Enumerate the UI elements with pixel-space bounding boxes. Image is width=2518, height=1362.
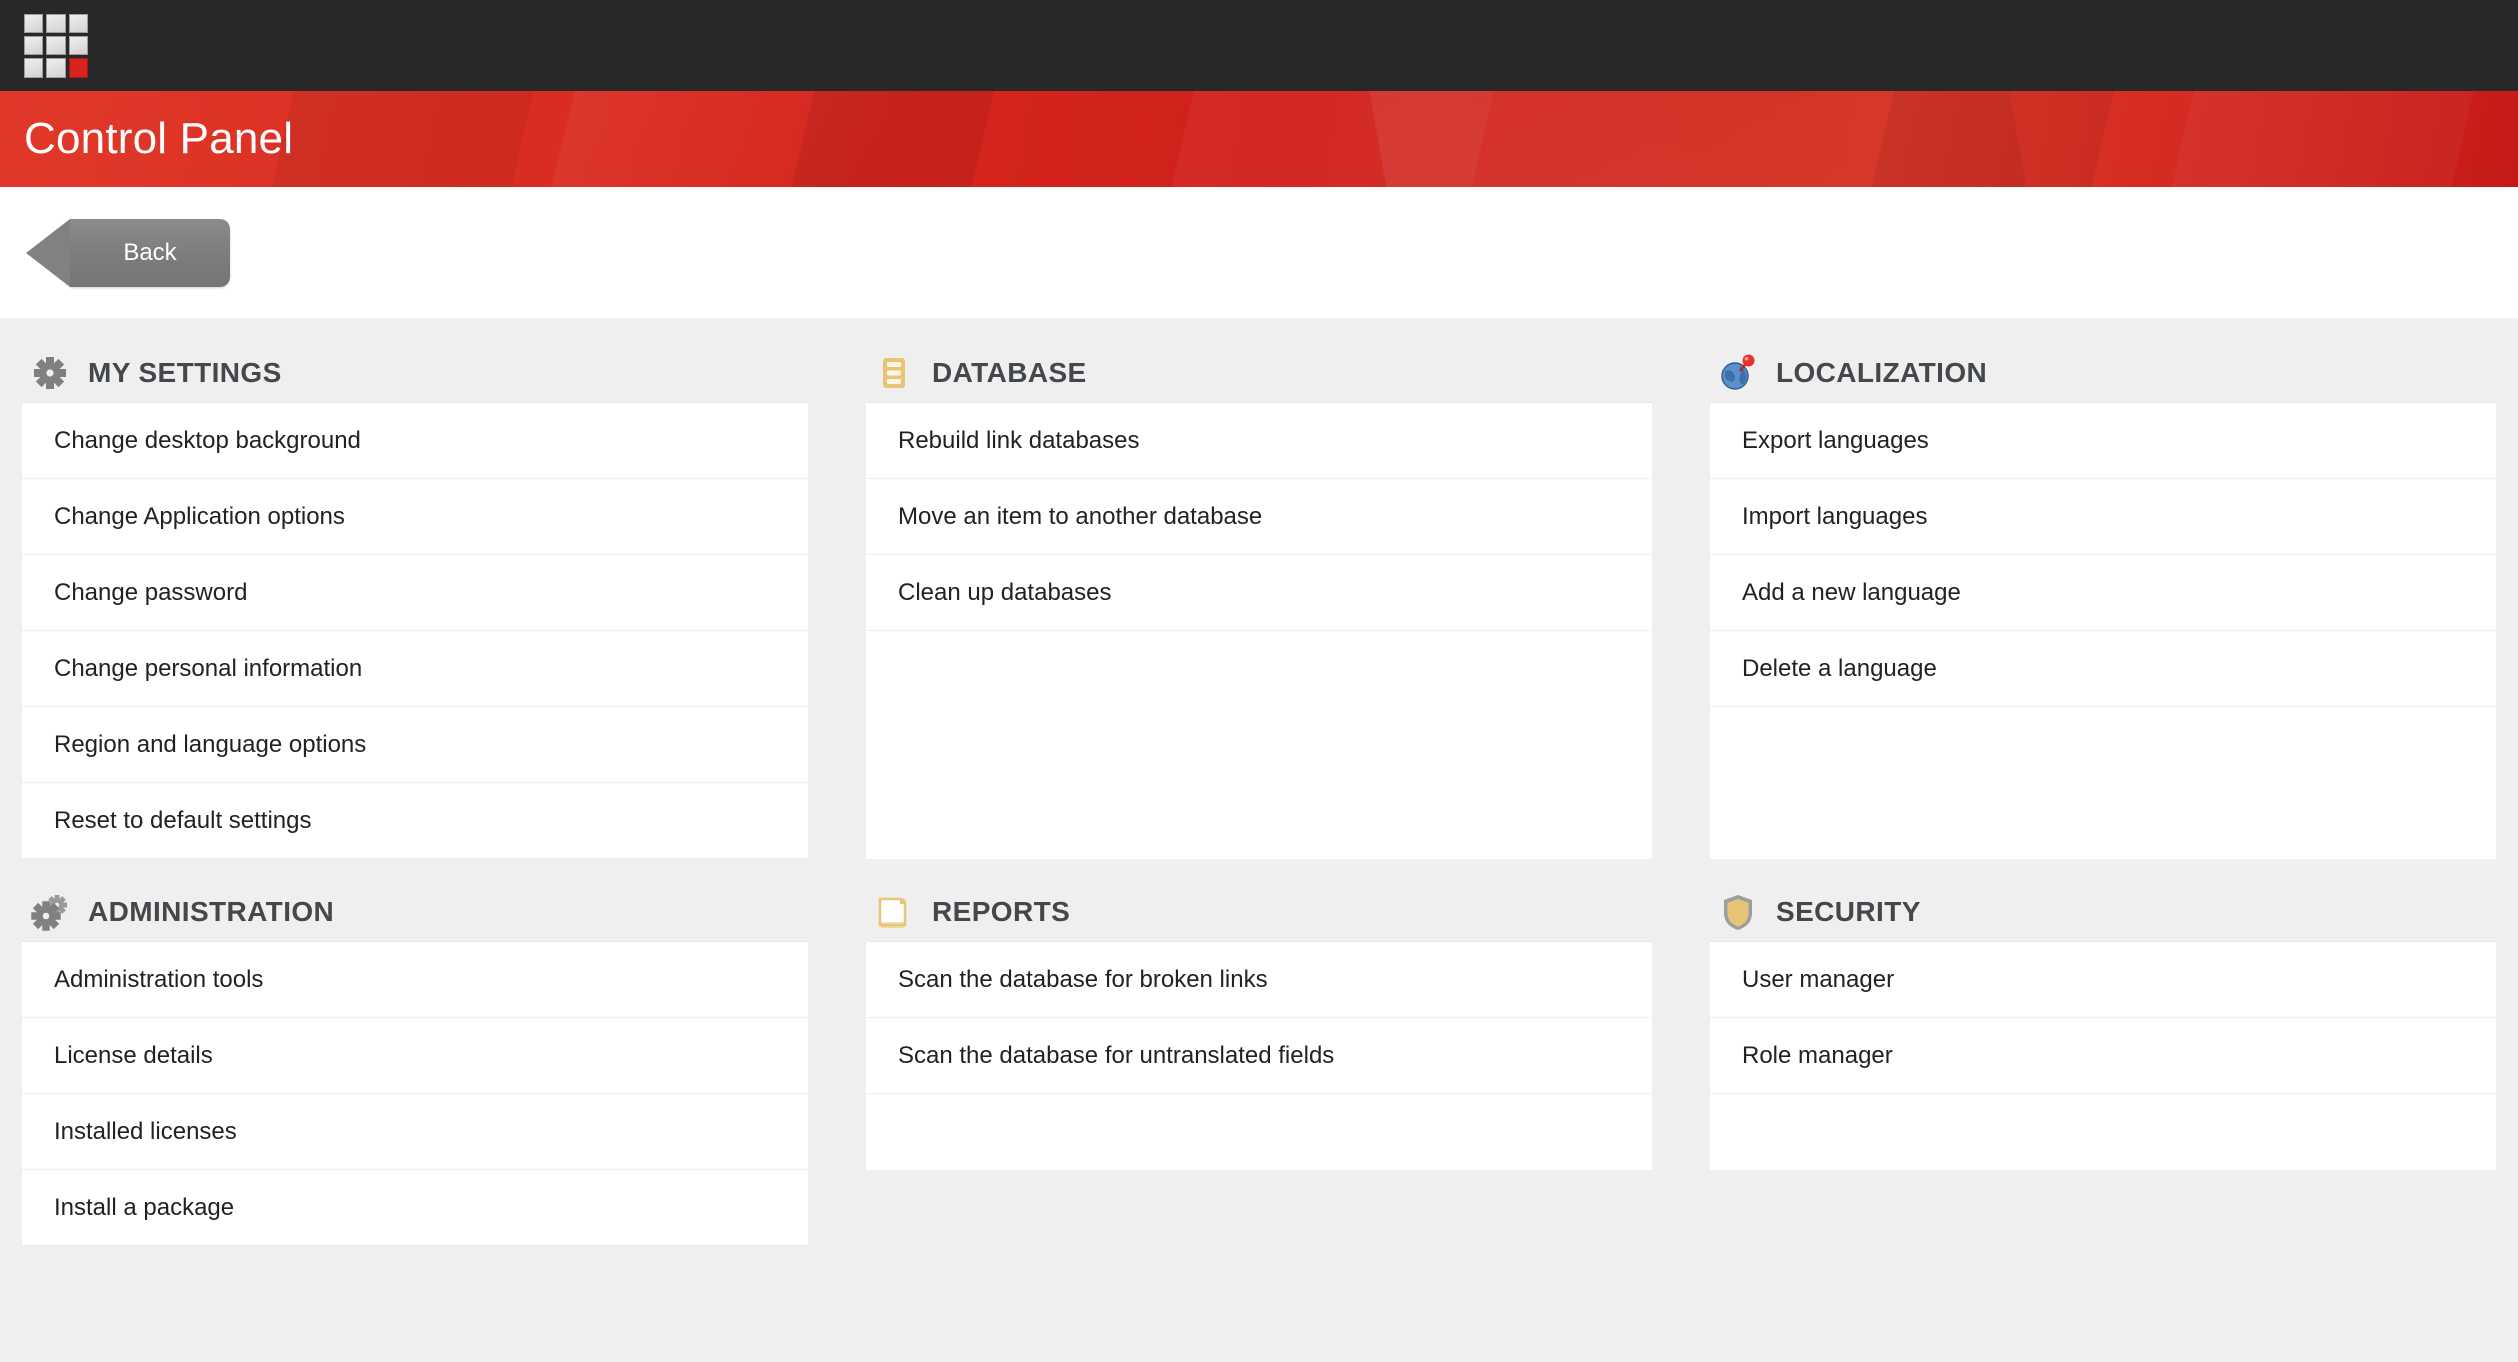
panel-header-my-settings: MY SETTINGS: [22, 344, 808, 402]
panel-localization: LOCALIZATION Export languagesImport langu…: [1710, 344, 2496, 859]
list-item[interactable]: Delete a language: [1710, 631, 2496, 707]
list-item[interactable]: Move an item to another database: [866, 479, 1652, 555]
list-item[interactable]: Reset to default settings: [22, 783, 808, 859]
panel-header-administration: ADMINISTRATION: [22, 883, 808, 941]
logo-cell-accent: [69, 58, 88, 77]
logo-cell: [24, 14, 43, 33]
panel-grid: MY SETTINGSChange desktop backgroundChan…: [22, 344, 2496, 1246]
list-item[interactable]: Region and language options: [22, 707, 808, 783]
logo-cell: [46, 36, 65, 55]
logo-cell: [24, 36, 43, 55]
list-filler-row: [1710, 707, 2496, 783]
list-item[interactable]: Import languages: [1710, 479, 2496, 555]
logo-cell: [24, 58, 43, 77]
panel-header-localization: LOCALIZATION: [1710, 344, 2496, 402]
list-item[interactable]: Scan the database for untranslated field…: [866, 1018, 1652, 1094]
top-bar: [0, 0, 2518, 91]
panel-title-security: SECURITY: [1776, 896, 1921, 928]
scroll-document-icon: [874, 892, 914, 932]
list-item[interactable]: Change Application options: [22, 479, 808, 555]
list-filler-row: [866, 707, 1652, 783]
globe-pin-icon: [1718, 353, 1758, 393]
panel-list-reports: Scan the database for broken linksScan t…: [866, 941, 1652, 1170]
page-title: Control Panel: [0, 91, 2518, 187]
list-item[interactable]: User manager: [1710, 942, 2496, 1018]
back-button[interactable]: Back: [70, 219, 230, 287]
toolbar: Back: [0, 187, 2518, 318]
list-filler-row: [866, 783, 1652, 859]
database-stack-icon: [874, 353, 914, 393]
list-item[interactable]: Installed licenses: [22, 1094, 808, 1170]
panel-list-administration: Administration toolsLicense detailsInsta…: [22, 941, 808, 1246]
list-filler-row: [1710, 1094, 2496, 1170]
panel-list-localization: Export languagesImport languagesAdd a ne…: [1710, 402, 2496, 859]
page-banner: Control Panel: [0, 91, 2518, 187]
logo-cell: [69, 14, 88, 33]
list-item[interactable]: Clean up databases: [866, 555, 1652, 631]
panel-title-my-settings: MY SETTINGS: [88, 357, 282, 389]
list-item[interactable]: Change desktop background: [22, 403, 808, 479]
panel-header-database: DATABASE: [866, 344, 1652, 402]
panel-database: DATABASE Rebuild link databasesMove an it…: [866, 344, 1652, 859]
list-filler-row: [866, 631, 1652, 707]
list-item[interactable]: Export languages: [1710, 403, 2496, 479]
list-item[interactable]: Install a package: [22, 1170, 808, 1246]
list-item[interactable]: Add a new language: [1710, 555, 2496, 631]
list-filler-row: [1710, 783, 2496, 859]
panel-administration: ADMINISTRATION Administration toolsLicens…: [22, 883, 808, 1246]
panel-security: SECURITY User managerRole manager: [1710, 883, 2496, 1246]
logo-cell: [46, 14, 65, 33]
list-item[interactable]: Change personal information: [22, 631, 808, 707]
panel-reports: REPORTS Scan the database for broken link…: [866, 883, 1652, 1246]
panel-title-reports: REPORTS: [932, 896, 1070, 928]
logo-cell: [46, 58, 65, 77]
panel-list-database: Rebuild link databasesMove an item to an…: [866, 402, 1652, 859]
list-item[interactable]: Administration tools: [22, 942, 808, 1018]
list-item[interactable]: Scan the database for broken links: [866, 942, 1652, 1018]
list-item[interactable]: License details: [22, 1018, 808, 1094]
panel-list-security: User managerRole manager: [1710, 941, 2496, 1170]
panel-header-security: SECURITY: [1710, 883, 2496, 941]
panel-title-localization: LOCALIZATION: [1776, 357, 1987, 389]
list-item[interactable]: Rebuild link databases: [866, 403, 1652, 479]
panel-my-settings: MY SETTINGSChange desktop backgroundChan…: [22, 344, 808, 859]
list-filler-row: [866, 1094, 1652, 1170]
panel-header-reports: REPORTS: [866, 883, 1652, 941]
shield-icon: [1718, 892, 1758, 932]
list-item[interactable]: Role manager: [1710, 1018, 2496, 1094]
double-gear-icon: [30, 892, 70, 932]
list-item[interactable]: Change password: [22, 555, 808, 631]
back-button-label: Back: [123, 239, 176, 267]
app-grid-logo[interactable]: [24, 14, 88, 78]
panel-title-database: DATABASE: [932, 357, 1087, 389]
panel-title-administration: ADMINISTRATION: [88, 896, 334, 928]
control-panel-content: MY SETTINGSChange desktop backgroundChan…: [0, 318, 2518, 1246]
gear-icon: [30, 353, 70, 393]
panel-list-my-settings: Change desktop backgroundChange Applicat…: [22, 402, 808, 859]
logo-cell: [69, 36, 88, 55]
